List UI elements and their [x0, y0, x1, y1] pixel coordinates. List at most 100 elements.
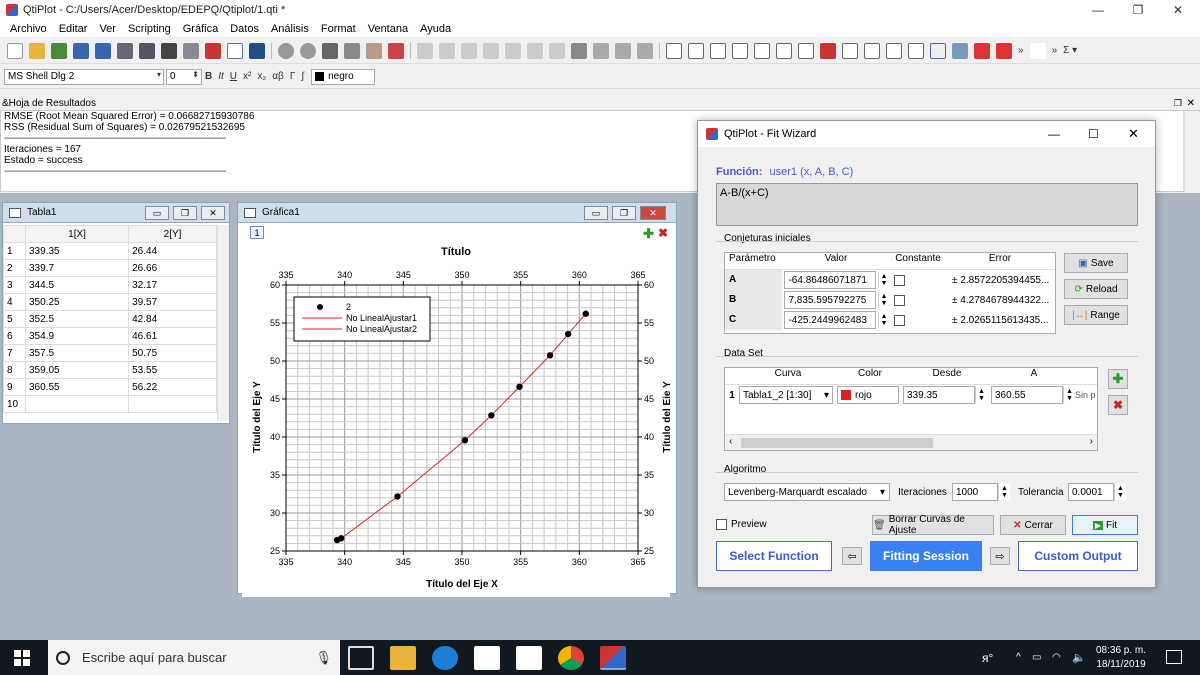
- cell[interactable]: 359.05: [24, 361, 130, 379]
- close-button[interactable]: ✕: [201, 206, 225, 220]
- spin-arrows-icon[interactable]: ▲ ▼: [1063, 387, 1075, 403]
- battery-icon[interactable]: ▭: [1032, 652, 1041, 663]
- scroll-right-icon[interactable]: ›: [1090, 436, 1093, 447]
- iterations-input[interactable]: 1000: [952, 483, 998, 501]
- reload-button[interactable]: ⟳ Reload: [1064, 279, 1128, 299]
- cell[interactable]: 56.22: [128, 378, 217, 396]
- cell[interactable]: 32.17: [128, 276, 217, 294]
- menu-ayuda[interactable]: Ayuda: [414, 23, 457, 35]
- param-value-input[interactable]: -425.2449962483: [784, 311, 876, 329]
- dataset-h-scrollbar[interactable]: ‹ ›: [725, 434, 1097, 450]
- store-icon[interactable]: [474, 645, 500, 670]
- clear-fit-curves-button[interactable]: 🗑 Borrar Curvas de Ajuste: [872, 514, 994, 536]
- spin-arrows-icon[interactable]: ▲ ▼: [998, 484, 1010, 500]
- error-bars-icon[interactable]: [820, 42, 836, 59]
- new-file-icon[interactable]: [7, 42, 23, 59]
- screen-reader-icon[interactable]: [996, 42, 1012, 59]
- menu-ventana[interactable]: Ventana: [362, 23, 414, 35]
- qtiplot-taskbar-icon[interactable]: [600, 645, 626, 670]
- open-template-icon[interactable]: [51, 42, 67, 59]
- wifi-icon[interactable]: ◠: [1052, 652, 1061, 663]
- legend-icon[interactable]: [798, 42, 814, 59]
- spin-arrows-icon[interactable]: ▲ ▼: [877, 292, 890, 308]
- table-row[interactable]: 5 352.5 42.84: [3, 310, 217, 328]
- range-button[interactable]: |↔| Range: [1064, 305, 1128, 325]
- bold-button[interactable]: B: [205, 71, 212, 82]
- scroll-thumb[interactable]: [741, 438, 933, 448]
- constant-checkbox[interactable]: [893, 294, 905, 306]
- dataset-row[interactable]: 1 Tabla1_2 [1:30] ▾ rojo 339.35 ▲ ▼ 360.55…: [725, 385, 1097, 405]
- new-graph-icon[interactable]: [227, 42, 243, 59]
- results-log-icon[interactable]: [249, 42, 265, 59]
- close-dialog-button[interactable]: ✕ Cerrar: [1000, 515, 1066, 535]
- table-icon[interactable]: [139, 42, 155, 59]
- remove-dataset-button[interactable]: ✖: [1108, 395, 1128, 415]
- greek-lower-button[interactable]: αβ: [272, 71, 284, 82]
- remove-layer-icon[interactable]: ✖: [658, 226, 668, 240]
- add-function-icon[interactable]: [864, 42, 880, 59]
- auto-layout-icon[interactable]: [754, 42, 770, 59]
- spin-arrows-icon[interactable]: ▲ ▼: [877, 312, 890, 328]
- param-value-input[interactable]: 7,835.595792275: [784, 291, 876, 309]
- cell[interactable]: 42.84: [128, 310, 217, 328]
- taskbar-search[interactable]: Escribe aquí para buscar 🎙: [48, 640, 340, 675]
- move-right-icon[interactable]: [527, 42, 543, 59]
- cell[interactable]: 26.44: [128, 242, 217, 260]
- add-layer-icon[interactable]: ✚: [643, 226, 654, 242]
- minimize-button[interactable]: —: [1048, 127, 1060, 141]
- param-row-a[interactable]: A -64.86486071871 ▲ ▼ ± 2.8572205394455..…: [725, 270, 1055, 290]
- more-draw-icon[interactable]: »: [1052, 45, 1058, 56]
- close-button[interactable]: ✕: [640, 206, 666, 220]
- cell[interactable]: 352.5: [24, 310, 130, 328]
- add-row-icon[interactable]: [439, 42, 455, 59]
- pointer-icon[interactable]: [930, 42, 946, 59]
- chart-area[interactable]: 335 335 340 340 345 345 350 350 355 355 360 360 365 3…: [242, 226, 673, 597]
- table-row[interactable]: 10: [3, 395, 217, 413]
- import-icon[interactable]: [117, 42, 133, 59]
- legend[interactable]: 2 No LinealAjustar1 No LinealAjustar2: [293, 296, 431, 342]
- tolerance-input[interactable]: 0.0001: [1068, 483, 1114, 501]
- algorithm-select[interactable]: Levenberg-Marquardt escalado ▾: [724, 483, 890, 501]
- column-header[interactable]: 2[Y]: [128, 225, 217, 243]
- crosshair-icon[interactable]: [908, 42, 924, 59]
- math-symbols-button[interactable]: ∫: [301, 71, 304, 82]
- binoculars-icon[interactable]: [571, 42, 587, 59]
- underline-button[interactable]: U: [230, 71, 237, 82]
- undo-icon[interactable]: [278, 42, 294, 59]
- copy-icon[interactable]: [344, 42, 360, 59]
- formula-field[interactable]: A-B/(x+C): [716, 183, 1138, 226]
- menu-grafica[interactable]: Gráfica: [177, 23, 224, 35]
- x-axis-label[interactable]: Título del Eje X: [426, 579, 498, 590]
- show-column-icon[interactable]: [461, 42, 477, 59]
- parameters-table[interactable]: Parámetro Valor Constante Error A -64.86…: [724, 252, 1056, 334]
- microphone-icon[interactable]: 🎙: [315, 650, 332, 666]
- param-value-input[interactable]: -64.86486071871: [784, 271, 876, 289]
- cell[interactable]: 50.75: [128, 344, 217, 362]
- edge-browser-icon[interactable]: [432, 645, 458, 670]
- minimize-button[interactable]: —: [1076, 0, 1120, 20]
- cell[interactable]: [128, 395, 217, 413]
- text-color-select[interactable]: negro: [311, 68, 376, 85]
- add-column-icon[interactable]: [417, 42, 433, 59]
- hide-column-icon[interactable]: [483, 42, 499, 59]
- add-axis-icon[interactable]: [688, 42, 704, 59]
- next-page-button[interactable]: ⇨: [990, 547, 1010, 565]
- redo-icon[interactable]: [300, 42, 316, 59]
- table-row[interactable]: 8 359.05 53.55: [3, 361, 217, 379]
- move-left-icon[interactable]: [505, 42, 521, 59]
- superscript-button[interactable]: x²: [243, 71, 251, 82]
- table-row[interactable]: 7 357.5 50.75: [3, 344, 217, 362]
- italic-button[interactable]: It: [218, 71, 224, 82]
- people-icon[interactable]: ᴙ°: [982, 651, 993, 665]
- table-row[interactable]: 1 339.35 26.44: [3, 242, 217, 260]
- file-explorer-icon[interactable]: [390, 645, 416, 670]
- rescale-icon[interactable]: [637, 42, 653, 59]
- cell[interactable]: 39.57: [128, 293, 217, 311]
- chart-svg[interactable]: 335 335 340 340 345 345 350 350 355 355 360 360 365 3…: [242, 227, 673, 591]
- preview-checkbox[interactable]: [716, 519, 727, 530]
- menu-ver[interactable]: Ver: [93, 23, 122, 35]
- fit-button[interactable]: ▶ Fit: [1072, 515, 1138, 535]
- cell[interactable]: 53.55: [128, 361, 217, 379]
- menu-format[interactable]: Format: [315, 23, 362, 35]
- cell[interactable]: [24, 395, 130, 413]
